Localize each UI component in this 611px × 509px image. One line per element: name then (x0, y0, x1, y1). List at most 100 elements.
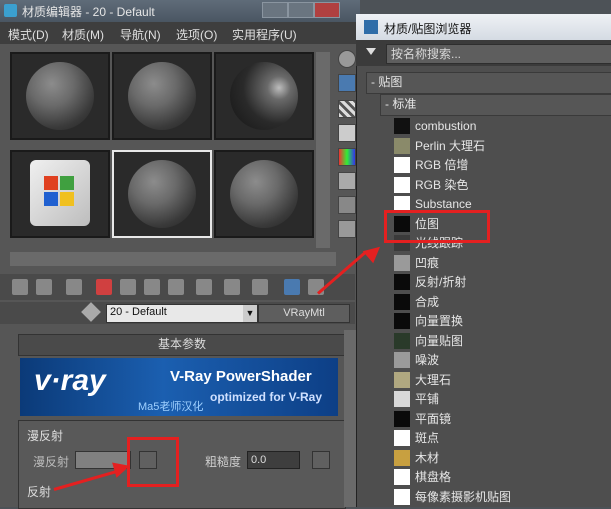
get-material-icon[interactable] (12, 279, 28, 295)
reset-map-icon[interactable] (96, 279, 112, 295)
map-list-item[interactable]: 合成 (390, 292, 611, 312)
side-toolbar (336, 44, 358, 254)
banner-subtitle: optimized for V-Ray (210, 390, 323, 404)
map-swatch-icon (394, 469, 410, 485)
go-to-parent-icon[interactable] (284, 279, 300, 295)
uv-tiling-icon[interactable] (338, 124, 356, 142)
map-item-label: 大理石 (415, 372, 452, 387)
material-id-icon[interactable] (196, 279, 212, 295)
map-item-label: RGB 染色 (415, 177, 469, 192)
material-sphere (128, 160, 196, 228)
video-color-check-icon[interactable] (338, 148, 356, 166)
map-list-item[interactable]: RGB 倍增 (390, 155, 611, 175)
map-list-item[interactable]: 噪波 (390, 350, 611, 370)
options-icon[interactable] (338, 196, 356, 214)
material-name-value: 20 - Default (110, 306, 167, 318)
map-list-item[interactable]: 大理石 (390, 370, 611, 390)
map-swatch-icon (394, 157, 410, 173)
map-list-item[interactable]: 向量贴图 (390, 331, 611, 351)
map-swatch-icon (394, 488, 410, 505)
map-list-item[interactable]: 向量置换 (390, 311, 611, 331)
map-list-item[interactable]: 斑点 (390, 428, 611, 448)
show-map-icon[interactable] (224, 279, 240, 295)
windows-cube-icon (30, 160, 90, 226)
chevron-down-icon[interactable]: ▼ (243, 305, 257, 322)
map-list-item[interactable]: 每像素摄影机贴图 (390, 487, 611, 507)
menu-mode[interactable]: 模式(D) (8, 26, 49, 43)
material-name-field[interactable]: 20 - Default ▼ (106, 304, 258, 323)
map-swatch-icon (394, 352, 410, 368)
map-item-label: 合成 (415, 294, 440, 309)
copy-material-icon[interactable] (120, 279, 136, 295)
app-icon (4, 4, 17, 17)
map-list-item[interactable]: Perlin 大理石 (390, 136, 611, 156)
category-label: - 贴图 (371, 75, 403, 89)
map-swatch-icon (394, 371, 410, 388)
select-by-material-icon[interactable] (338, 220, 356, 238)
slots-hscrollbar[interactable] (10, 252, 336, 266)
sample-slot-2[interactable] (112, 52, 212, 140)
map-swatch-icon (394, 313, 410, 329)
search-input[interactable]: 按名称搜索... (386, 44, 611, 64)
sample-type-icon[interactable] (338, 50, 356, 68)
params-panel: 漫反射 漫反射 粗糙度 0.0 反射 (18, 420, 346, 509)
menu-utilities[interactable]: 实用程序(U) (232, 26, 297, 43)
sample-slot-5-selected[interactable] (112, 150, 212, 238)
subcategory-label: - 标准 (385, 97, 417, 111)
map-list-item[interactable]: RGB 染色 (390, 175, 611, 195)
backlight-icon[interactable] (338, 74, 356, 92)
put-to-library-icon[interactable] (168, 279, 184, 295)
map-swatch-icon (394, 293, 410, 310)
menu-bar: 模式(D) 材质(M) 导航(N) 选项(O) 实用程序(U) (0, 22, 360, 44)
menu-options[interactable]: 选项(O) (176, 26, 217, 43)
diffuse-label: 漫反射 (33, 455, 70, 469)
params-scrollbar[interactable] (344, 330, 356, 507)
material-type-button[interactable]: VRayMtl (258, 304, 350, 323)
map-list-item[interactable]: 木材 (390, 448, 611, 468)
sample-slot-6[interactable] (214, 150, 314, 238)
map-item-label: combustion (415, 119, 477, 133)
background-icon[interactable] (338, 100, 356, 118)
vray-banner: v·ray V-Ray PowerShader optimized for V-… (20, 358, 338, 416)
close-button[interactable] (314, 2, 340, 18)
make-unique-icon[interactable] (144, 279, 160, 295)
reflect-group-label: 反射 (27, 485, 52, 499)
sample-slot-1[interactable] (10, 52, 110, 140)
map-list-item[interactable]: 棋盘格 (390, 467, 611, 487)
browser-title: 材质/贴图浏览器 (384, 22, 472, 36)
menu-navigation[interactable]: 导航(N) (120, 26, 161, 43)
map-swatch-icon (394, 176, 410, 193)
slots-scrollbar[interactable] (316, 52, 330, 248)
category-maps[interactable]: - 贴图 (366, 72, 611, 94)
show-end-result-icon[interactable] (252, 279, 268, 295)
assign-to-selection-icon[interactable] (66, 279, 82, 295)
map-list-item[interactable]: 凹痕 (390, 253, 611, 273)
map-item-label: 斑点 (415, 431, 440, 445)
map-item-label: 噪波 (415, 353, 440, 367)
make-preview-icon[interactable] (338, 172, 356, 190)
eyedropper-icon[interactable] (81, 302, 101, 322)
minimize-button[interactable] (262, 2, 288, 18)
map-list-item[interactable]: 平铺 (390, 389, 611, 409)
vray-logo: v·ray (34, 364, 106, 397)
map-list-item[interactable]: 反射/折射 (390, 272, 611, 292)
map-list-item[interactable]: combustion (390, 116, 611, 136)
menu-material[interactable]: 材质(M) (62, 26, 104, 43)
subcategory-standard[interactable]: - 标准 (380, 94, 611, 116)
roughness-spinner[interactable]: 0.0 (247, 451, 300, 469)
highlight-box-bitmap (384, 210, 490, 243)
material-editor-title: 材质编辑器 - 20 - Default (22, 5, 155, 19)
sample-slot-4[interactable] (10, 150, 110, 238)
map-swatch-icon (394, 410, 410, 427)
maximize-button[interactable] (288, 2, 314, 18)
sample-slot-3[interactable] (214, 52, 314, 140)
basic-params-rollout[interactable]: 基本参数 (18, 334, 346, 356)
roughness-map-button[interactable] (312, 451, 330, 469)
map-item-label: 木材 (415, 450, 440, 465)
map-list-item[interactable]: 平面镜 (390, 409, 611, 429)
put-to-scene-icon[interactable] (36, 279, 52, 295)
options-dropdown-icon[interactable] (366, 48, 376, 55)
map-swatch-icon (394, 137, 410, 154)
map-item-label: 每像素摄影机贴图 (415, 489, 512, 504)
map-swatch-icon (394, 332, 410, 349)
